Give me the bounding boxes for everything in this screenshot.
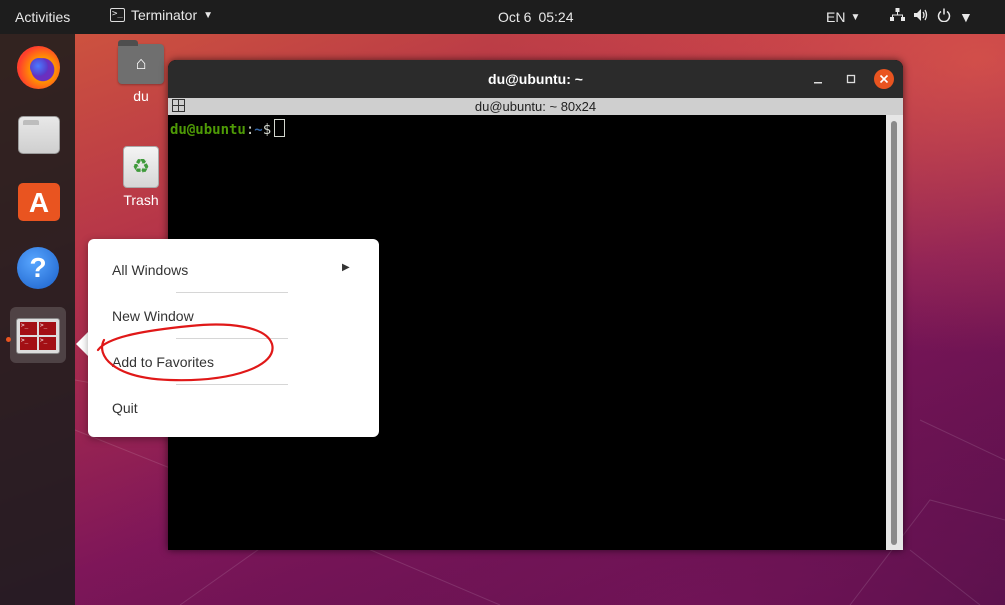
close-button[interactable]	[874, 69, 894, 89]
window-titlebar[interactable]: du@ubuntu: ~	[168, 60, 903, 98]
clock[interactable]: Oct 6 05:24	[498, 9, 574, 25]
menu-item-quit[interactable]: Quit	[112, 400, 138, 416]
minimize-icon	[814, 82, 822, 84]
desktop-icon-home[interactable]: ⌂ du	[111, 40, 171, 104]
desktop-icon-trash[interactable]: ♻ Trash	[111, 146, 171, 208]
context-menu: All Windows ▶ New Window Add to Favorite…	[88, 239, 379, 437]
files-icon	[18, 116, 60, 154]
scrollbar[interactable]	[886, 115, 903, 550]
menu-separator	[176, 384, 288, 385]
menu-separator	[176, 292, 288, 293]
volume-icon	[913, 8, 929, 25]
dock-item-files[interactable]	[10, 106, 66, 162]
terminal-subtitle: du@ubuntu: ~ 80x24	[474, 99, 597, 114]
menu-item-label: New Window	[112, 308, 194, 324]
chevron-down-icon: ▼	[850, 11, 861, 23]
desktop-icon-label: du	[133, 88, 149, 104]
window-title: du@ubuntu: ~	[488, 71, 583, 87]
menu-item-label: Quit	[112, 400, 138, 416]
app-menu[interactable]: >_ Terminator ▼	[110, 7, 213, 23]
chevron-down-icon: ▼	[203, 9, 214, 21]
network-icon	[890, 8, 905, 25]
activities-button[interactable]: Activities	[15, 9, 70, 25]
shell-prompt: du@ubuntu:~$	[170, 119, 286, 138]
dock-item-help[interactable]: ?	[10, 240, 66, 296]
scrollbar-thumb[interactable]	[891, 121, 897, 545]
dock-item-software[interactable]: A	[10, 173, 66, 229]
clock-time: 05:24	[538, 9, 574, 25]
terminal-app-icon: >_	[110, 8, 125, 22]
maximize-button[interactable]	[841, 69, 861, 89]
text-cursor	[274, 119, 286, 137]
menu-item-label: All Windows	[112, 262, 189, 278]
menu-item-new-window[interactable]: New Window	[112, 308, 194, 324]
menu-item-label: Add to Favorites	[112, 354, 214, 370]
close-icon	[879, 74, 889, 84]
software-store-icon: A	[18, 183, 60, 221]
running-indicator	[6, 337, 11, 342]
chevron-right-icon: ▶	[342, 262, 350, 273]
dock-item-firefox[interactable]	[10, 39, 66, 95]
help-icon: ?	[17, 247, 59, 289]
app-menu-label: Terminator	[131, 7, 198, 23]
menu-separator	[176, 338, 288, 339]
dock-item-terminator[interactable]: >_ >_ >_ >_	[10, 307, 66, 363]
maximize-icon	[846, 74, 856, 84]
prompt-path: ~	[254, 122, 263, 138]
system-tray[interactable]: ▼	[890, 8, 973, 25]
clock-date: Oct 6	[498, 9, 532, 25]
dock: A ? >_ >_ >_ >_	[0, 34, 75, 605]
terminal-titlebar: du@ubuntu: ~ 80x24	[168, 98, 903, 115]
menu-item-add-to-favorites[interactable]: Add to Favorites	[112, 354, 214, 370]
top-bar: Activities >_ Terminator ▼ Oct 6 05:24 E…	[0, 0, 1005, 34]
desktop-icon-label: Trash	[123, 192, 159, 208]
terminator-icon: >_ >_ >_ >_	[16, 318, 60, 354]
prompt-symbol: $	[262, 122, 272, 138]
language-label: EN	[826, 9, 846, 25]
minimize-button[interactable]	[808, 69, 828, 89]
power-icon	[937, 8, 951, 25]
menu-item-all-windows[interactable]: All Windows ▶	[112, 262, 352, 278]
chevron-down-icon: ▼	[959, 8, 973, 25]
menu-pointer	[76, 332, 88, 356]
language-selector[interactable]: EN ▼	[826, 9, 860, 25]
home-folder-icon: ⌂	[118, 40, 164, 84]
firefox-icon	[17, 46, 60, 89]
prompt-user: du@ubuntu	[170, 122, 246, 138]
trash-icon: ♻	[123, 146, 159, 188]
